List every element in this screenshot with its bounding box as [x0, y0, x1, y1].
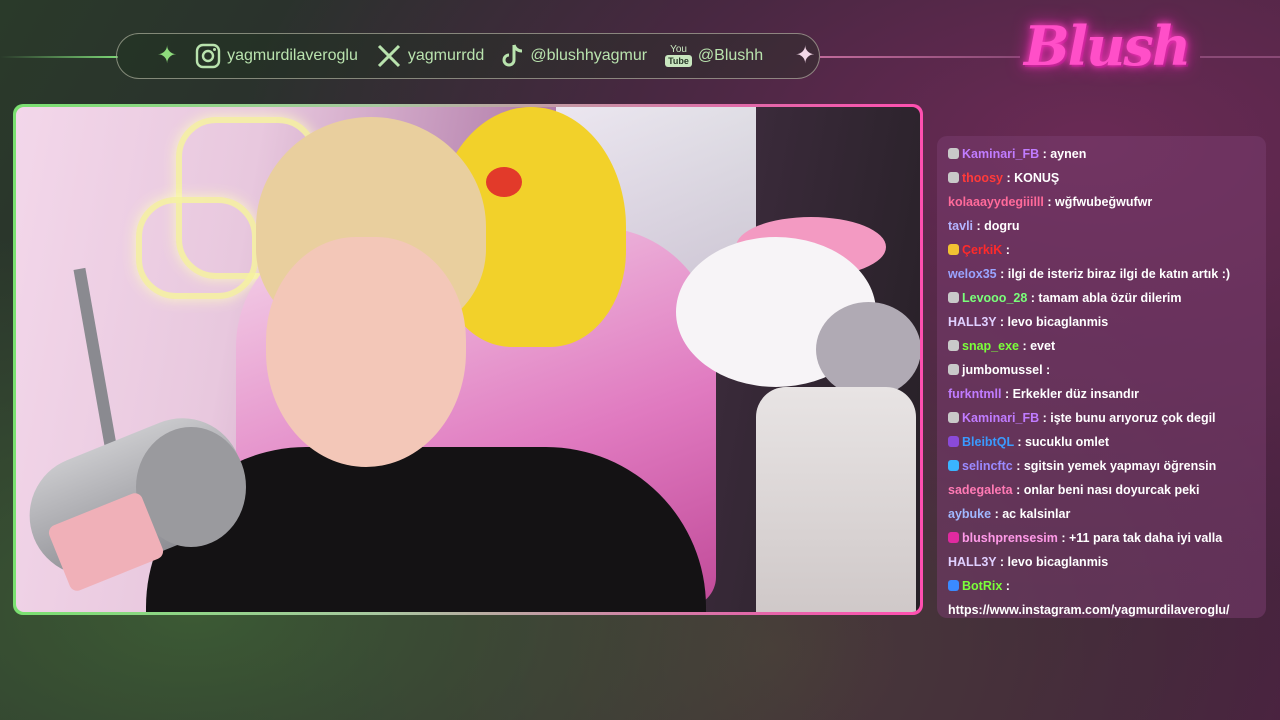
sparkle-icon: ✦ [795, 42, 816, 69]
chat-message: tavli : dogru [948, 214, 1256, 238]
chat-message: furkntmll : Erkekler düz insandır [948, 382, 1256, 406]
x-logo-icon [376, 43, 402, 69]
chat-username[interactable]: furkntmll [948, 387, 1001, 401]
chat-message-text: : [1002, 579, 1010, 593]
chat-message-text: : sucuklu omlet [1013, 435, 1110, 449]
chat-username[interactable]: selincftc [962, 459, 1013, 473]
chat-link[interactable]: https://www.instagram.com/yagmurdilavero… [948, 598, 1256, 622]
chat-badge-icon [948, 244, 959, 255]
chat-message-text: : işte bunu arıyoruz çok degil [1039, 411, 1216, 425]
chat-username[interactable]: HALL3Y [948, 555, 996, 569]
chat-username[interactable]: welox35 [948, 267, 997, 281]
cat-tree [756, 387, 916, 612]
sparkle-icon: ✦ [157, 42, 178, 69]
youtube-icon: You Tube [665, 45, 692, 67]
tiktok-handle: @blushhyagmur [530, 47, 648, 64]
social-x: yagmurrdd [376, 43, 484, 69]
chat-message-text: : evet [1018, 339, 1056, 353]
chat-message-text: : Erkekler düz insandır [1001, 387, 1140, 401]
chat-username[interactable]: Kaminari_FB [962, 147, 1039, 161]
chat-username[interactable]: BleibtQL [962, 435, 1014, 449]
top-line-left [0, 56, 118, 58]
chat-badge-icon [948, 412, 959, 423]
chat-username[interactable]: ÇerkiK [962, 243, 1002, 257]
chat-message: snap_exe : evet [948, 334, 1256, 358]
chat-username[interactable]: blushprensesim [962, 531, 1058, 545]
chat-badge-icon [948, 292, 959, 303]
chat-message: Kaminari_FB : işte bunu arıyoruz çok deg… [948, 406, 1256, 430]
chat-message-text: : tamam abla özür dilerim [1027, 291, 1182, 305]
chat-message-text: : levo bicaglanmis [996, 555, 1109, 569]
pikachu-cheek [486, 167, 522, 197]
chat-username[interactable]: sadegaleta [948, 483, 1013, 497]
chat-message: welox35 : ilgi de isteriz biraz ilgi de … [948, 262, 1256, 286]
chat-message: sadegaleta : onlar beni nası doyurcak pe… [948, 478, 1256, 502]
chat-username[interactable]: Levooo_28 [962, 291, 1027, 305]
chat-panel: Kaminari_FB : aynen thoosy : KONUŞ kolaaay… [937, 136, 1266, 618]
social-instagram: yagmurdilaveroglu [195, 43, 358, 69]
chat-message-text: : ilgi de isteriz biraz ilgi de katın ar… [996, 267, 1231, 281]
chat-badge-icon [948, 532, 959, 543]
top-line-far-right [1200, 56, 1280, 58]
chat-message: BleibtQL : sucuklu omlet [948, 430, 1256, 454]
chat-username[interactable]: tavli [948, 219, 973, 233]
chat-message: BotRix : [948, 574, 1256, 598]
x-handle: yagmurrdd [407, 47, 485, 64]
chat-message: jumbomussel : [948, 358, 1256, 382]
chat-message-text: : wğfwubeğwufwr [1043, 195, 1153, 209]
chat-message: kolaaayydegiiilll : wğfwubeğwufwr [948, 190, 1256, 214]
chat-message-text: : aynen [1039, 147, 1087, 161]
neon-sign [136, 197, 258, 299]
chat-badge-icon [948, 460, 959, 471]
chat-message: selincftc : sgitsin yemek yapmayı öğrens… [948, 454, 1256, 478]
chat-message-text: : KONUŞ [1002, 171, 1060, 185]
chat-username[interactable]: jumbomussel [962, 363, 1043, 377]
chat-username[interactable]: aybuke [948, 507, 991, 521]
youtube-handle: @Blushh [697, 47, 764, 64]
chat-message: thoosy : KONUŞ [948, 166, 1256, 190]
social-tiktok: @blushhyagmur [502, 43, 647, 69]
chat-badge-icon [948, 340, 959, 351]
chat-message: blushprensesim : +11 para tak daha iyi v… [948, 526, 1256, 550]
top-line-right [820, 56, 1020, 58]
chat-message: ÇerkiK : [948, 238, 1256, 262]
chat-message: Levooo_28 : tamam abla özür dilerim [948, 286, 1256, 310]
blush-logo: Blush [1024, 14, 1191, 78]
chat-message: aybuke : ac kalsinlar [948, 502, 1256, 526]
chat-message-text: : ac kalsinlar [991, 507, 1071, 521]
chat-message: HALL3Y : levo bicaglanmis [948, 550, 1256, 574]
webcam-video [16, 107, 920, 612]
chat-username[interactable]: thoosy [962, 171, 1003, 185]
chat-message-text: : sgitsin yemek yapmayı öğrensin [1012, 459, 1217, 473]
chat-message: HALL3Y : levo bicaglanmis [948, 310, 1256, 334]
chat-badge-icon [948, 172, 959, 183]
chat-username[interactable]: snap_exe [962, 339, 1019, 353]
chat-message-text: : onlar beni nası doyurcak peki [1012, 483, 1200, 497]
chat-message-text: : [1042, 363, 1051, 377]
chat-badge-icon [948, 436, 959, 447]
chat-badge-icon [948, 580, 959, 591]
chat-username[interactable]: Kaminari_FB [962, 411, 1039, 425]
streamer-face [266, 237, 466, 467]
chat-username[interactable]: HALL3Y [948, 315, 996, 329]
tiktok-icon [502, 43, 524, 69]
chat-message-text: : dogru [973, 219, 1020, 233]
instagram-handle: yagmurdilaveroglu [227, 47, 358, 64]
chat-badge-icon [948, 148, 959, 159]
instagram-icon [195, 43, 221, 69]
chat-message-text: : [1002, 243, 1010, 257]
chat-message-text: : levo bicaglanmis [996, 315, 1109, 329]
chat-username[interactable]: BotRix [962, 579, 1002, 593]
chat-username[interactable]: kolaaayydegiiilll [948, 195, 1044, 209]
chat-message-text: : +11 para tak daha iyi valla [1057, 531, 1223, 545]
social-youtube: You Tube @Blushh [665, 45, 763, 67]
social-bar: ✦ yagmurdilaveroglu yagmurrdd @blushhyag… [116, 33, 820, 79]
chat-badge-icon [948, 364, 959, 375]
koala-plush [816, 302, 920, 397]
webcam-frame [13, 104, 923, 615]
chat-message: Kaminari_FB : aynen [948, 142, 1256, 166]
